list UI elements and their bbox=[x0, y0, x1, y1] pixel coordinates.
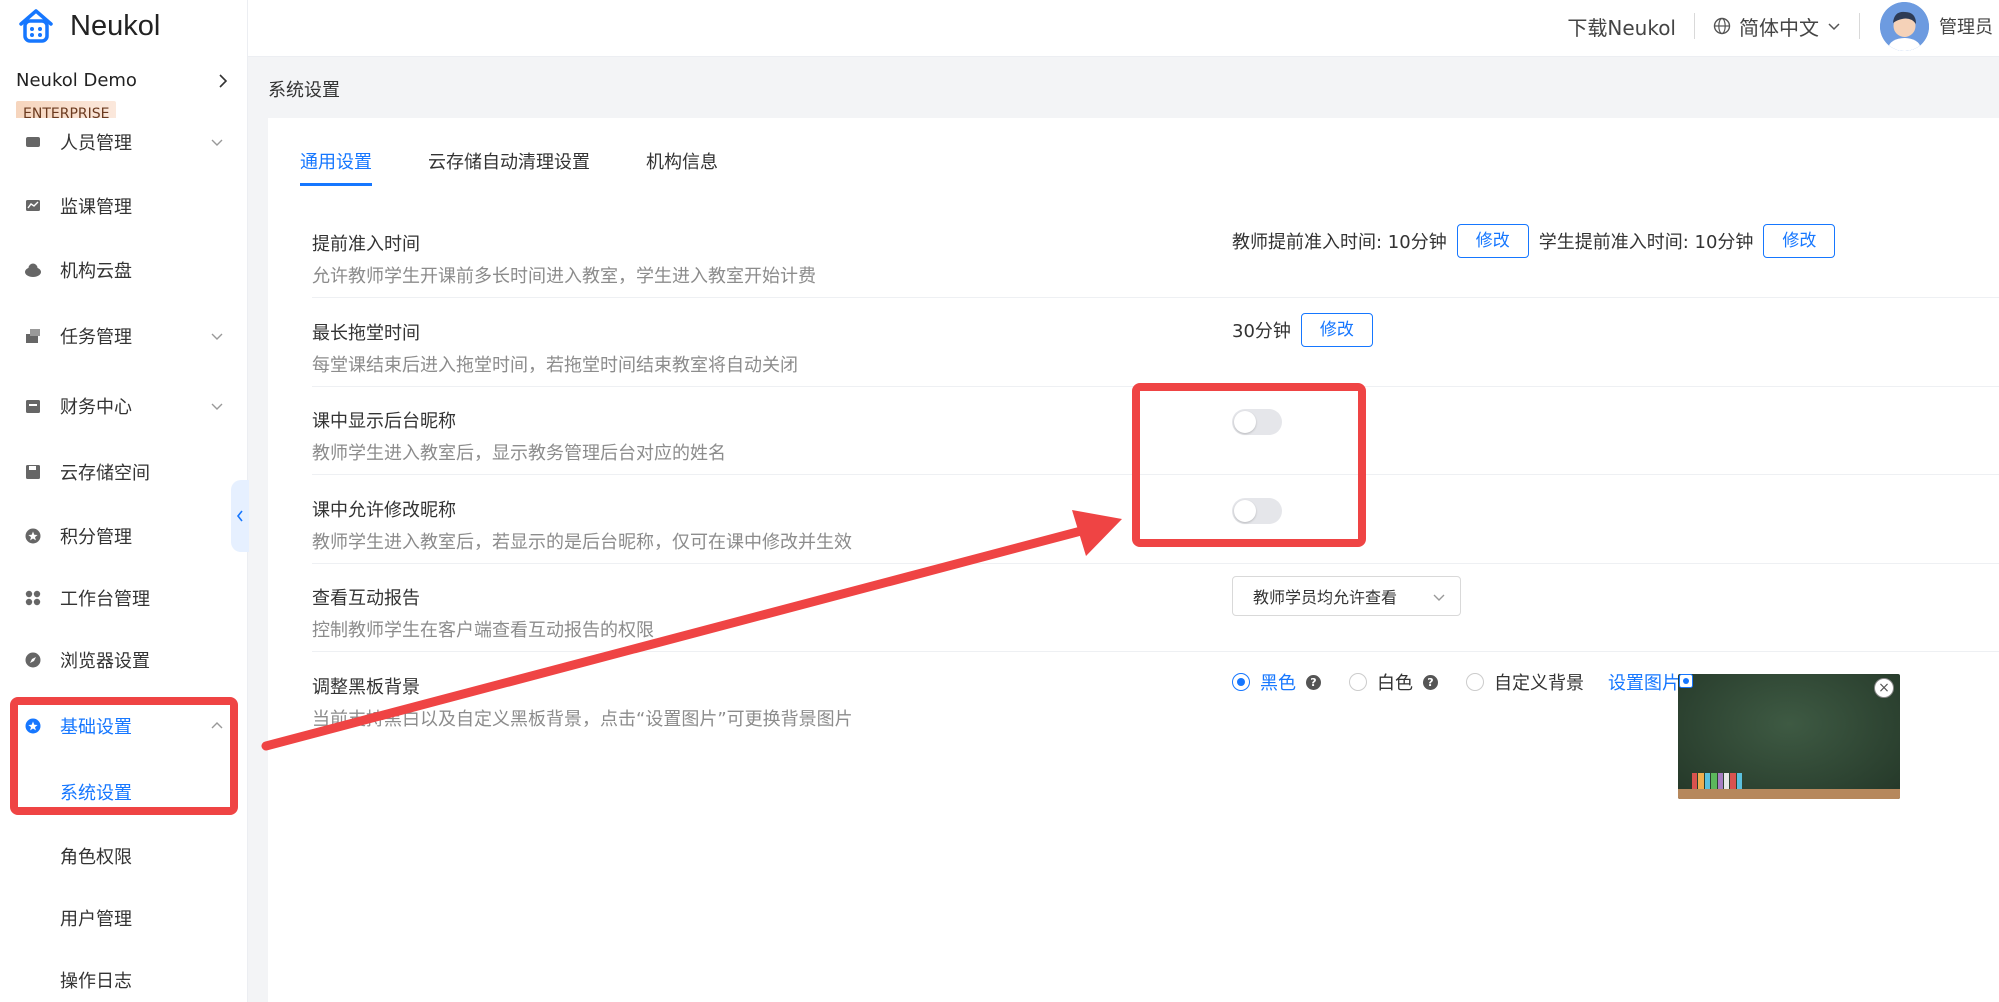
annotation-arrow bbox=[261, 510, 1122, 751]
